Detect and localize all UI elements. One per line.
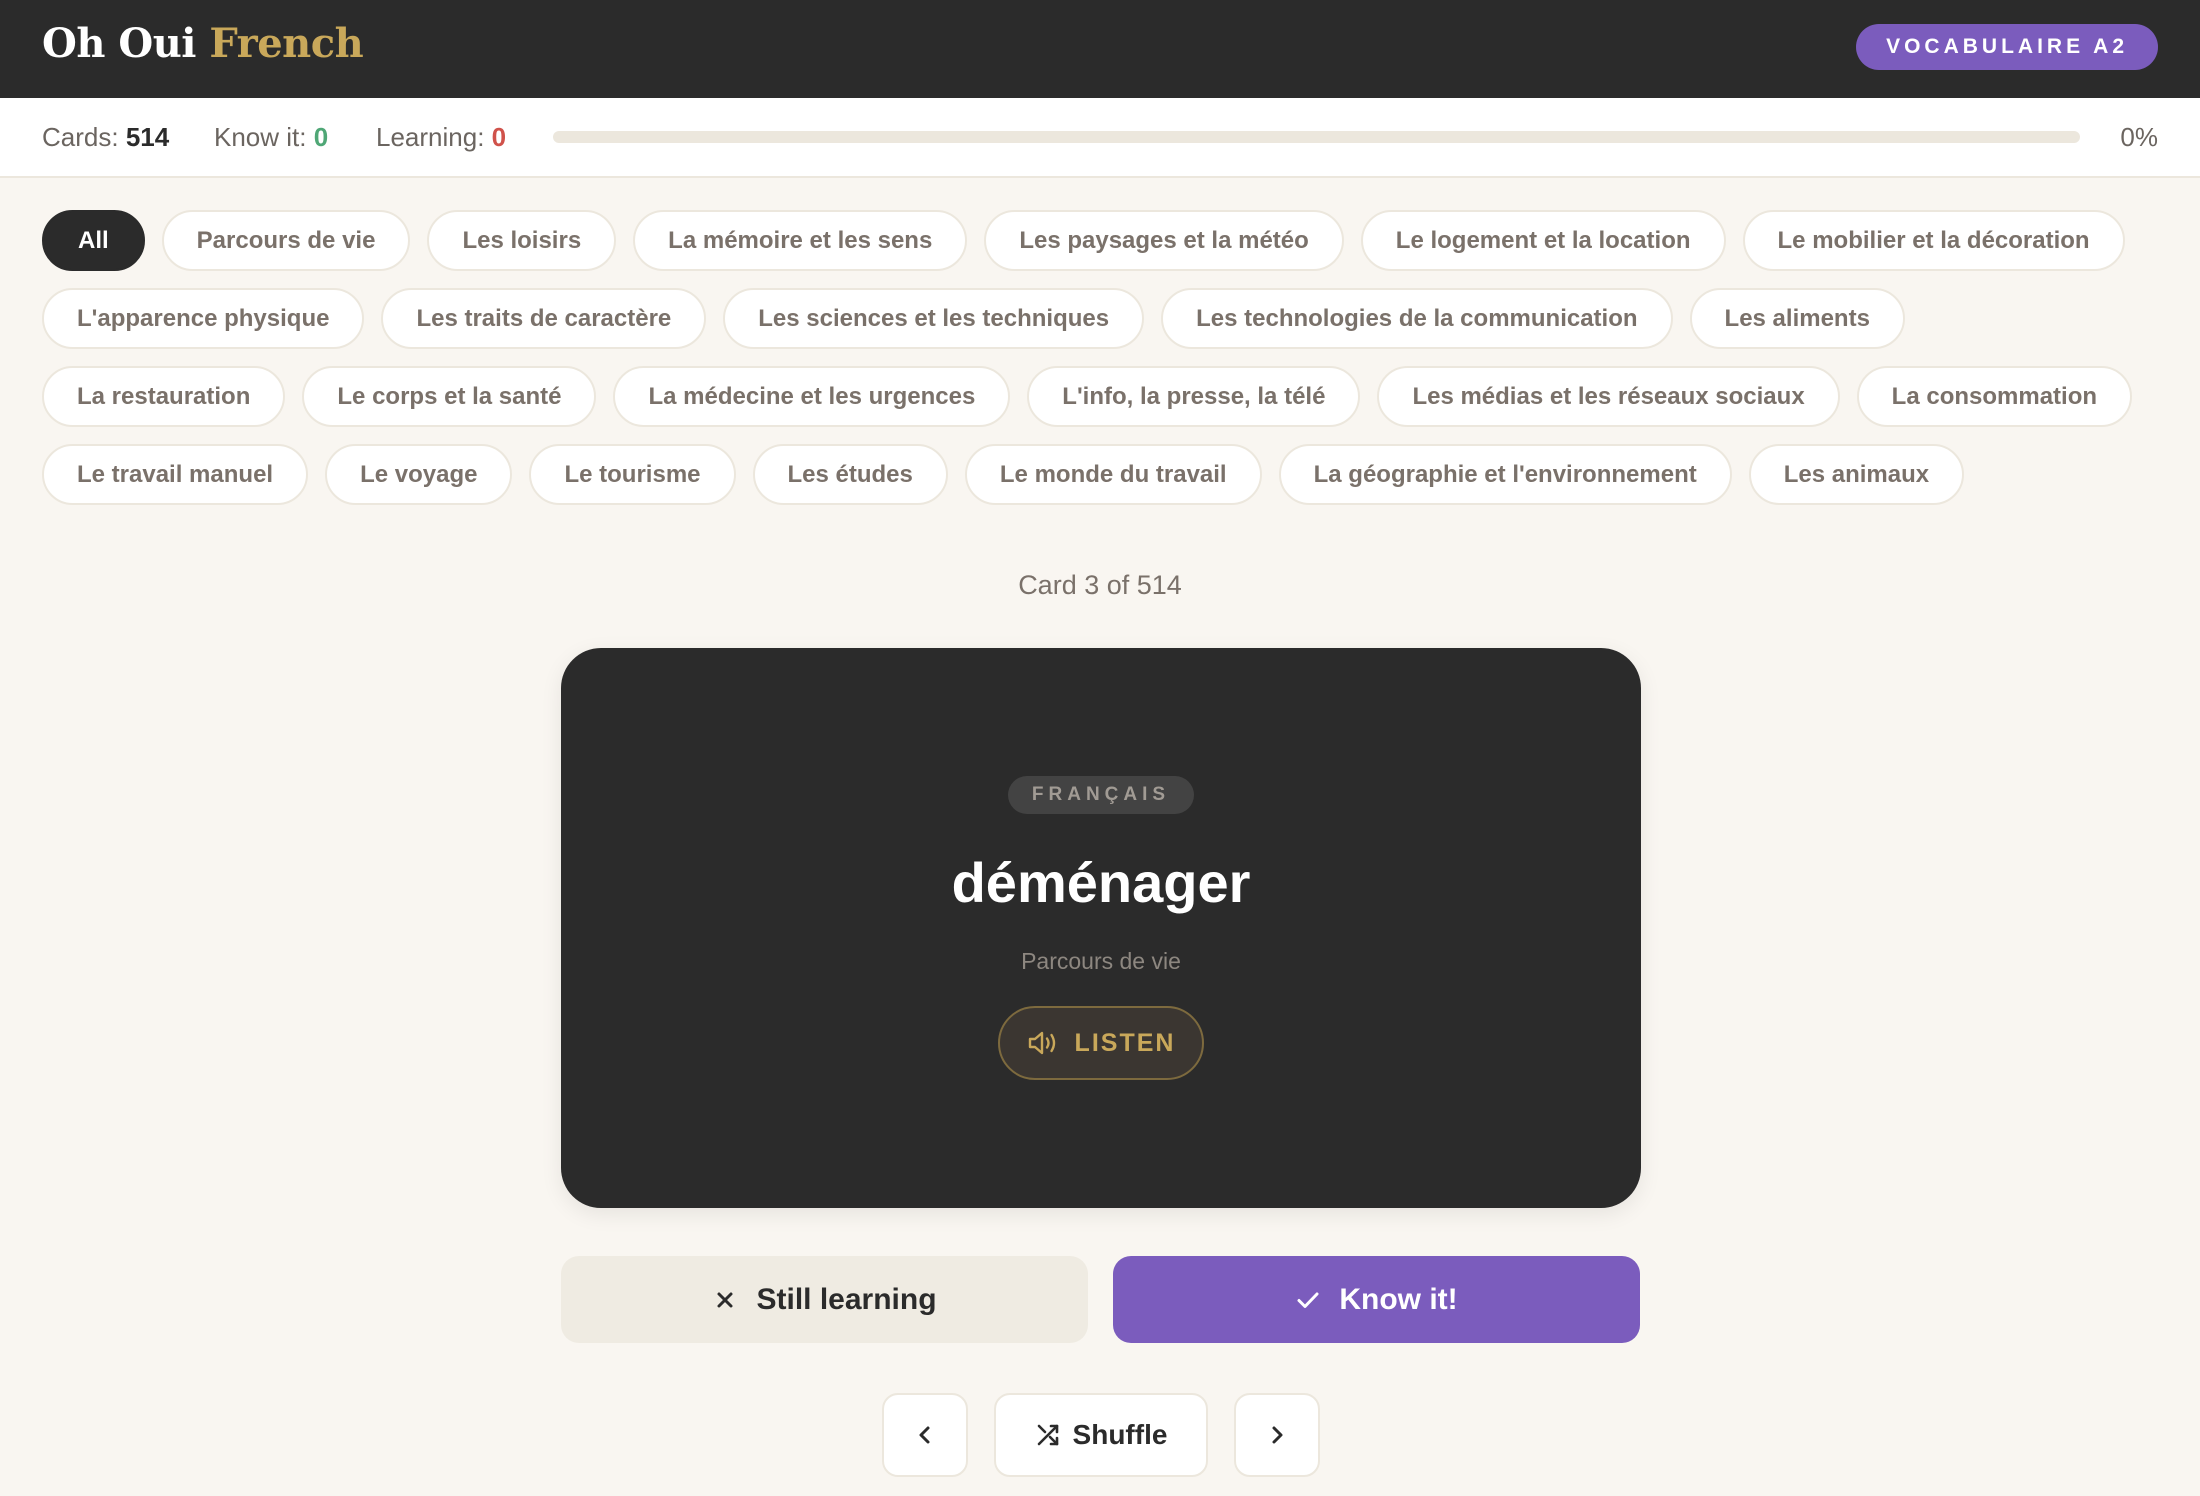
stat-know-it: Know it: 0 [214, 122, 328, 153]
category-chip-le-corps-et-la-sante[interactable]: Le corps et la santé [302, 366, 597, 427]
language-tag: FRANÇAIS [1008, 776, 1194, 814]
stat-learning-label: Learning: [376, 122, 485, 152]
logo-primary-text: Oh Oui [42, 20, 196, 67]
category-chip-parcours-de-vie[interactable]: Parcours de vie [161, 210, 411, 271]
shuffle-button[interactable]: Shuffle [994, 1393, 1208, 1477]
x-icon [717, 1292, 733, 1307]
check-icon [1297, 1292, 1319, 1308]
know-it-label: Know it! [1339, 1282, 1458, 1316]
progress-percent: 0% [2120, 122, 2158, 152]
category-chip-le-travail-manuel[interactable]: Le travail manuel [42, 444, 309, 505]
previous-card-button[interactable] [882, 1393, 968, 1477]
shuffle-label: Shuffle [1072, 1419, 1168, 1450]
category-chip-les-traits-de-caractere[interactable]: Les traits de caractère [381, 288, 707, 349]
still-learning-label: Still learning [756, 1282, 937, 1316]
stat-know-label: Know it: [214, 122, 307, 152]
category-filter-list: All Parcours de vie Les loisirs La mémoire … [42, 210, 2162, 505]
next-card-button[interactable] [1234, 1393, 1320, 1477]
flashcard-word: déménager [951, 851, 1251, 914]
listen-label: LISTEN [1074, 1028, 1176, 1057]
category-chip-les-aliments[interactable]: Les aliments [1689, 288, 1905, 349]
category-chip-le-mobilier-et-la-decoration[interactable]: Le mobilier et la décoration [1742, 210, 2125, 271]
category-chip-la-consommation[interactable]: La consommation [1856, 366, 2133, 427]
category-chip-le-tourisme[interactable]: Le tourisme [529, 444, 736, 505]
listen-button[interactable]: LISTEN [998, 1006, 1204, 1080]
chevron-left-icon [919, 1426, 930, 1444]
still-learning-button[interactable]: Still learning [561, 1256, 1088, 1343]
category-chip-les-loisirs[interactable]: Les loisirs [427, 210, 617, 271]
category-chip-le-monde-du-travail[interactable]: Le monde du travail [964, 444, 1262, 505]
top-header: Oh Oui French VOCABULAIRE A2 [0, 0, 2200, 98]
category-chip-les-paysages-et-la-meteo[interactable]: Les paysages et la météo [984, 210, 1344, 271]
card-counter: Card 3 of 514 [1018, 570, 1182, 600]
category-chip-la-geographie-et-l-environnement[interactable]: La géographie et l'environnement [1278, 444, 1732, 505]
category-chip-la-medecine-et-les-urgences[interactable]: La médecine et les urgences [613, 366, 1011, 427]
speaker-icon [1028, 1031, 1055, 1055]
category-chip-le-logement-et-la-location[interactable]: Le logement et la location [1360, 210, 1726, 271]
category-chip-les-etudes[interactable]: Les études [752, 444, 948, 505]
progress-bar [553, 131, 2080, 143]
category-chip-l-info-la-presse-la-tele[interactable]: L'info, la presse, la télé [1027, 366, 1361, 427]
category-chip-le-voyage[interactable]: Le voyage [325, 444, 513, 505]
shuffle-icon [1037, 1424, 1058, 1446]
category-chip-l-apparence-physique[interactable]: L'apparence physique [42, 288, 365, 349]
category-chip-les-animaux[interactable]: Les animaux [1748, 444, 1965, 505]
know-it-button[interactable]: Know it! [1113, 1256, 1640, 1343]
category-chip-les-technologies-de-la-communication[interactable]: Les technologies de la communication [1161, 288, 1673, 349]
category-chip-la-memoire-et-les-sens[interactable]: La mémoire et les sens [633, 210, 968, 271]
stat-learning: Learning: 0 [376, 122, 506, 153]
stat-cards: Cards: 514 [42, 122, 169, 153]
flashcard[interactable]: FRANÇAIS déménager Parcours de vie LISTE… [561, 648, 1641, 1208]
category-chip-all[interactable]: All [42, 210, 145, 271]
category-chip-les-sciences-et-les-techniques[interactable]: Les sciences et les techniques [723, 288, 1145, 349]
stat-learning-value: 0 [491, 122, 507, 152]
stat-know-value: 0 [313, 122, 329, 152]
stat-cards-value: 514 [125, 122, 170, 152]
logo-accent-text: French [209, 20, 364, 67]
category-chip-la-restauration[interactable]: La restauration [42, 366, 286, 427]
chevron-right-icon [1272, 1426, 1283, 1444]
app-logo[interactable]: Oh Oui French [42, 20, 364, 67]
stat-cards-label: Cards: [42, 122, 119, 152]
category-chip-les-medias-et-les-reseaux-sociaux[interactable]: Les médias et les réseaux sociaux [1377, 366, 1840, 427]
level-badge: VOCABULAIRE A2 [1856, 24, 2158, 70]
flashcard-category: Parcours de vie [1021, 948, 1181, 974]
